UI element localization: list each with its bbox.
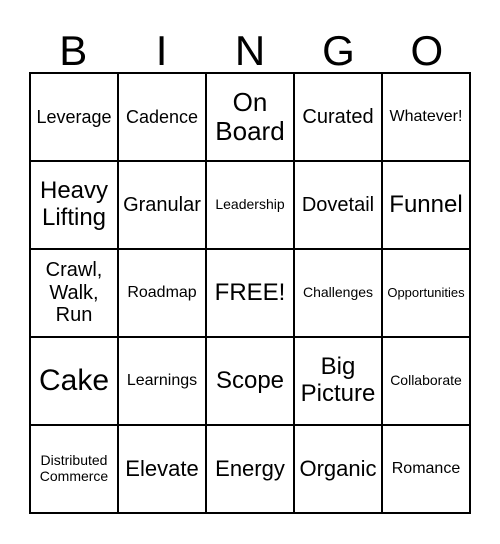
bingo-cell[interactable]: Learnings [118, 337, 206, 425]
bingo-cell[interactable]: Funnel [382, 161, 470, 249]
bingo-cell[interactable]: Heavy Lifting [30, 161, 118, 249]
bingo-cell[interactable]: Crawl, Walk, Run [30, 249, 118, 337]
bingo-grid: Leverage Cadence On Board Curated Whatev… [29, 72, 471, 514]
bingo-cell[interactable]: Challenges [294, 249, 382, 337]
bingo-cell[interactable]: Roadmap [118, 249, 206, 337]
bingo-cell[interactable]: Dovetail [294, 161, 382, 249]
bingo-cell[interactable]: Elevate [118, 425, 206, 513]
bingo-cell[interactable]: Big Picture [294, 337, 382, 425]
bingo-cell[interactable]: Whatever! [382, 73, 470, 161]
bingo-cell[interactable]: Distributed Commerce [30, 425, 118, 513]
free-space-cell[interactable]: FREE! [206, 249, 294, 337]
bingo-cell[interactable]: Leverage [30, 73, 118, 161]
bingo-cell[interactable]: On Board [206, 73, 294, 161]
bingo-cell[interactable]: Curated [294, 73, 382, 161]
bingo-cell[interactable]: Romance [382, 425, 470, 513]
bingo-cell[interactable]: Scope [206, 337, 294, 425]
header-letter: N [234, 27, 266, 74]
bingo-cell[interactable]: Collaborate [382, 337, 470, 425]
header-letter: B [59, 27, 88, 74]
bingo-cell[interactable]: Organic [294, 425, 382, 513]
bingo-header: B I N G O [29, 28, 471, 74]
bingo-cell[interactable]: Cake [30, 337, 118, 425]
bingo-cell[interactable]: Energy [206, 425, 294, 513]
bingo-cell[interactable]: Granular [118, 161, 206, 249]
bingo-cell[interactable]: Leadership [206, 161, 294, 249]
bingo-cell[interactable]: Opportunities [382, 249, 470, 337]
header-letter: I [155, 27, 168, 74]
header-letter: G [322, 27, 355, 74]
bingo-cell[interactable]: Cadence [118, 73, 206, 161]
header-letter: O [410, 27, 444, 74]
